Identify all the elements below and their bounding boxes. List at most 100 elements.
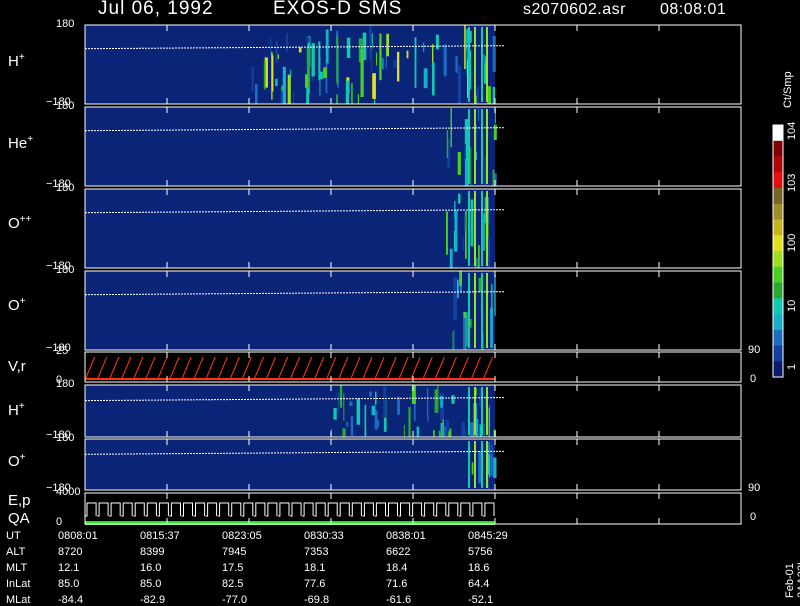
heatmap-streak: [481, 441, 483, 488]
footer-cell: 0808:01: [58, 530, 98, 542]
heatmap-cell: [414, 37, 417, 88]
heatmap-cell: [490, 439, 493, 455]
heatmap-cell: [483, 424, 485, 437]
heatmap-cell: [339, 385, 343, 408]
footer-cell: 0830:33: [304, 530, 344, 542]
panel-label: He+: [8, 134, 34, 152]
heatmap-cell: [351, 83, 353, 104]
ytick-top: 180: [56, 100, 75, 112]
colorbar-tick-label: 104: [786, 121, 798, 140]
heatmap-cell: [386, 33, 389, 57]
heatmap-cell: [403, 425, 405, 437]
heatmap-cell: [483, 213, 485, 251]
heatmap-streak: [486, 273, 488, 348]
heatmap-cell: [466, 312, 468, 347]
footer-cell: 85.0: [58, 578, 80, 590]
heatmap-cell: [323, 67, 327, 79]
panel-label-sup: +: [18, 52, 25, 63]
footer-cell: 0815:37: [140, 530, 180, 542]
heatmap-background: [85, 439, 495, 490]
heatmap-cell: [306, 88, 310, 104]
heatmap-background: [85, 107, 495, 186]
summary-plot: Jul 06, 1992 EXOS-D SMS s2070602.asr 08:…: [0, 0, 800, 606]
ep-right-min: 0: [750, 511, 757, 523]
heatmap-cell: [426, 388, 429, 418]
colorbar-segment: [773, 172, 783, 189]
vr-right-min: 0: [750, 373, 757, 385]
heatmap-cell: [251, 66, 254, 92]
heatmap-cell: [408, 407, 411, 437]
heatmap-cell: [369, 391, 372, 397]
ytick-top: 180: [56, 18, 75, 30]
panel-label: O++: [8, 214, 32, 232]
footer-cell: -61.6: [386, 594, 412, 606]
heatmap-streak: [481, 109, 483, 184]
panel-label: V,r: [8, 358, 26, 375]
footer-side-note: Feb-01 2AA32L: [784, 558, 800, 598]
heatmap-cell: [349, 401, 353, 406]
ytick-top: 180: [56, 432, 75, 444]
footer-cell: 17.5: [222, 562, 244, 574]
footer-row-label: UT: [6, 530, 21, 542]
heatmap-cell: [293, 91, 295, 104]
heatmap-cell: [453, 329, 456, 350]
panel-label-2: QA: [8, 510, 30, 527]
heatmap-cell: [491, 284, 493, 313]
footer-cell: -69.8: [304, 594, 330, 606]
heatmap-cell: [255, 84, 258, 104]
colorbar-segment: [773, 219, 783, 236]
heatmap-streak: [468, 27, 470, 102]
heatmap-cell: [492, 36, 496, 73]
heatmap-cell: [470, 147, 472, 185]
heatmap-streak: [474, 387, 476, 435]
heatmap-cell: [493, 124, 497, 140]
colorbar-segment: [773, 235, 783, 252]
heatmap-cell: [423, 42, 425, 53]
heatmap-streak: [474, 109, 476, 184]
heatmap-streak: [468, 387, 470, 435]
panel-label-sup: +: [18, 401, 25, 412]
heatmap-cell: [438, 430, 441, 437]
heatmap-streak: [481, 27, 483, 102]
footer-cell: 18.6: [468, 562, 490, 574]
footer-cell: 0845:29: [468, 530, 508, 542]
heatmap-cell: [478, 245, 480, 268]
footer-cell: 71.6: [386, 578, 408, 590]
heatmap-cell: [285, 33, 288, 53]
footer-cell: 0838:01: [386, 530, 426, 542]
heatmap-streak: [474, 191, 476, 266]
heatmap-background: [85, 271, 495, 350]
heatmap-cell: [463, 317, 466, 350]
ep-step-trace: [85, 502, 495, 517]
panel-label: O+: [8, 452, 26, 470]
footer-cell: 64.4: [468, 578, 490, 590]
heatmap-cell: [342, 428, 346, 437]
footer-cell: -84.4: [58, 594, 84, 606]
heatmap-streak: [486, 387, 488, 435]
colorbar-tick-label: 1: [786, 363, 798, 370]
heatmap-cell: [433, 430, 435, 437]
heatmap-cell: [464, 143, 466, 160]
ytick-bottom: 0: [56, 516, 63, 528]
heatmap-cell: [451, 395, 455, 404]
heatmap-background: [85, 385, 495, 437]
heatmap-cell: [319, 57, 321, 96]
heatmap-cell: [443, 426, 446, 437]
heatmap-cell: [416, 426, 420, 437]
footer-cell: 8399: [140, 546, 165, 558]
heatmap-cell: [478, 108, 479, 121]
panel-label: H+: [8, 52, 25, 70]
colorbar-segment: [773, 282, 783, 299]
heatmap-streak: [486, 27, 488, 102]
footer-row-label: InLat: [6, 578, 31, 590]
colorbar-segment: [773, 188, 783, 205]
heatmap-cell: [345, 80, 350, 104]
ytick-top: 25: [56, 345, 69, 357]
ytick-top: 4000: [56, 486, 81, 498]
heatmap-cell: [440, 422, 443, 437]
heatmap-cell: [459, 271, 462, 286]
heatmap-streak: [468, 109, 470, 184]
heatmap-streak: [474, 27, 476, 102]
heatmap-streak: [481, 387, 483, 435]
heatmap-cell: [376, 52, 378, 66]
